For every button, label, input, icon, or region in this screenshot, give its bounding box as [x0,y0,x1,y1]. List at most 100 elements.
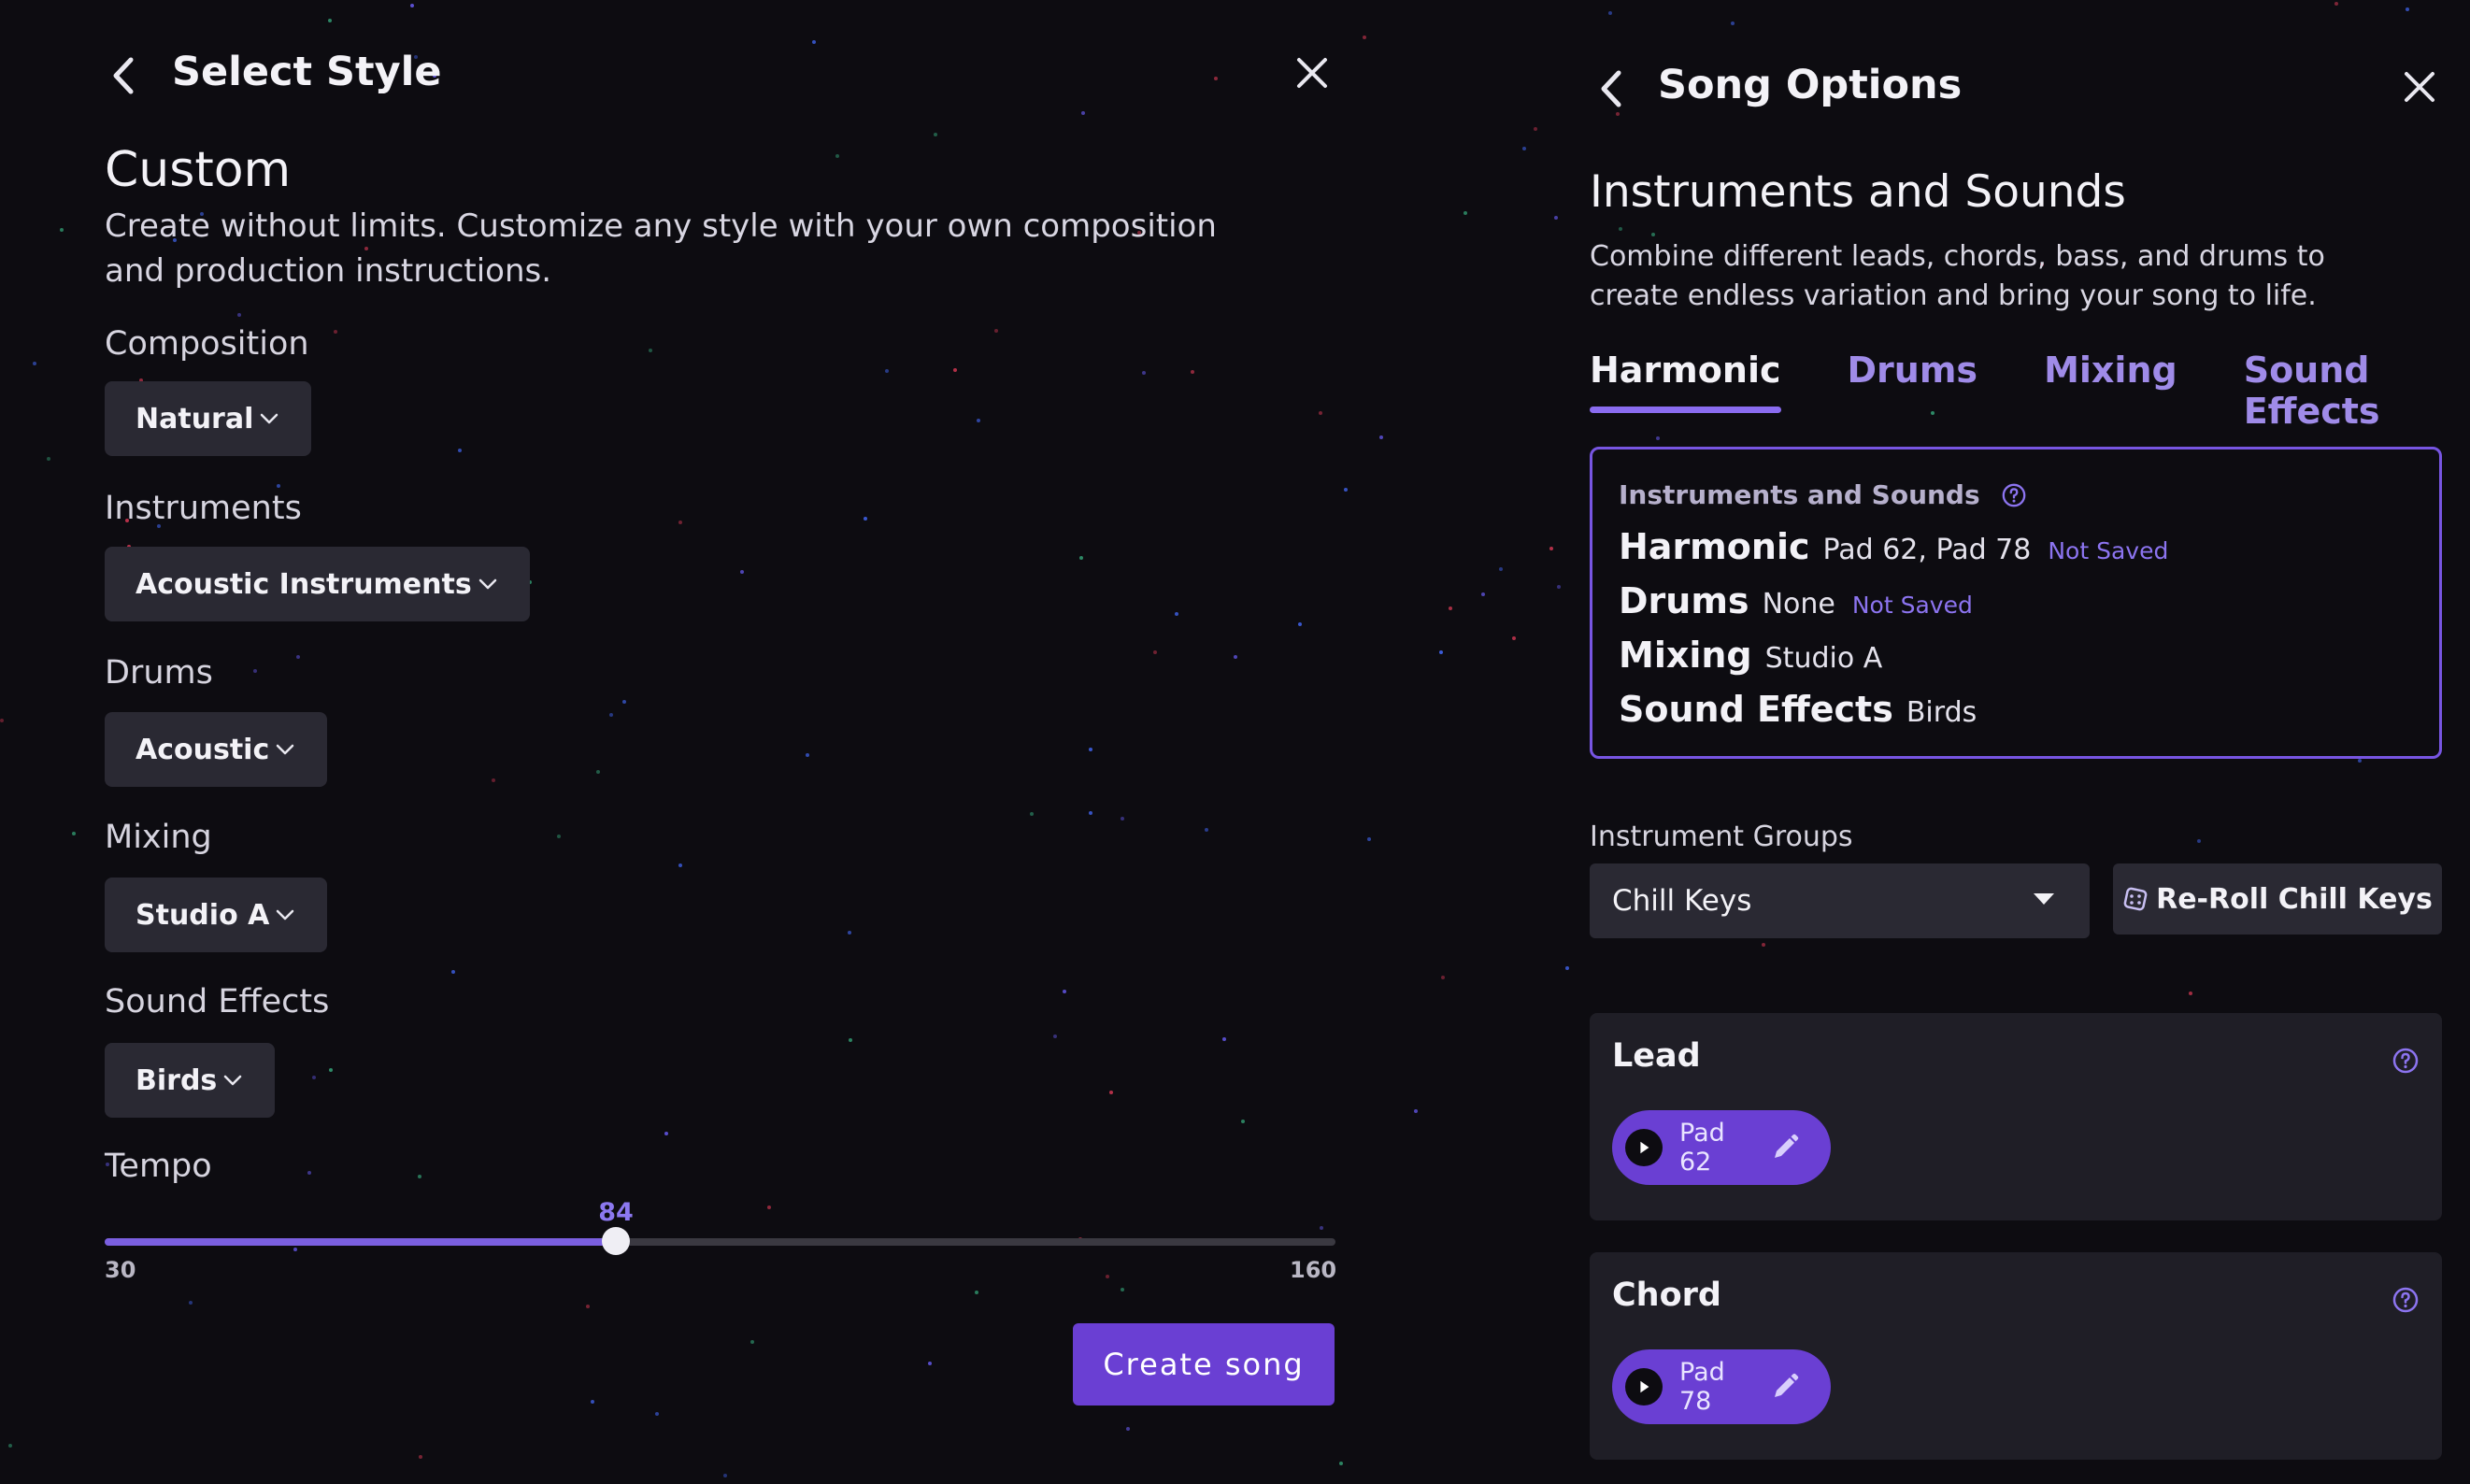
instrument-name: Pad 62 [1679,1119,1725,1177]
composition-dropdown[interactable]: Natural [105,381,312,456]
sound-effects-value: Birds [136,1063,218,1097]
instrument-pill[interactable]: Pad 62 [1612,1110,1831,1185]
summary-key: Sound Effects [1619,689,1893,730]
not-saved-badge: Not Saved [1851,592,1973,619]
star-dot [1463,211,1467,215]
mixing-dropdown[interactable]: Studio A [105,878,328,952]
chevron-down-icon [261,413,278,424]
star-dot [1522,147,1526,150]
options-tabs: Harmonic Drums Mixing Sound Effects [1590,350,2470,432]
tab-sound-effects[interactable]: Sound Effects [2244,350,2404,432]
select-style-panel: Select Style Custom Create without limit… [0,0,1402,1484]
card-title: Chord [1612,1277,1721,1314]
create-song-button[interactable]: Create song [1073,1323,1335,1406]
summary-row-mixing: Mixing Studio A [1619,635,1899,676]
question-circle-icon[interactable] [2391,1286,2420,1314]
instrument-groups-select[interactable]: Chill Keys [1590,863,2090,938]
star-dot [1534,127,1537,131]
star-dot [1499,567,1503,571]
star-dot [1731,21,1735,25]
instruments-value: Acoustic Instruments [136,567,472,601]
instrument-pill[interactable]: Pad 78 [1612,1349,1831,1424]
summary-value: Pad 62, Pad 78 [1822,534,2032,566]
star-dot [1554,216,1558,220]
summary-key: Harmonic [1619,526,1810,567]
caret-down-icon [2034,893,2054,905]
star-dot [2197,839,2201,843]
composition-value: Natural [136,402,254,435]
app-stage: Select Style Custom Create without limit… [0,0,2470,1484]
question-circle-icon[interactable] [2001,482,2027,508]
close-icon[interactable] [2400,67,2439,107]
tempo-slider[interactable] [105,1227,1335,1255]
star-dot [1481,592,1485,596]
play-icon[interactable] [1625,1368,1663,1406]
instrument-groups-label: Instrument Groups [1590,820,1853,853]
chevron-down-icon [276,744,294,755]
back-chevron-icon[interactable] [1594,65,1628,112]
summary-heading: Instruments and Sounds [1619,479,2027,510]
star-dot [1656,436,1660,440]
instruments-label: Instruments [105,490,302,527]
star-dot [1439,650,1443,654]
star-dot [1651,233,1655,236]
star-dot [1549,547,1553,550]
star-dot [1608,11,1612,15]
sound-effects-label: Sound Effects [105,983,330,1020]
chord-card: Chord Pad 78 [1590,1252,2442,1460]
tab-harmonic[interactable]: Harmonic [1590,350,1781,413]
star-dot [1557,585,1561,589]
pencil-icon[interactable] [1769,1132,1801,1163]
summary-value: Studio A [1764,642,1883,675]
instrument-groups-value: Chill Keys [1612,884,1752,918]
tempo-slider-thumb[interactable] [602,1227,631,1255]
section-heading: Instruments and Sounds [1590,166,2126,218]
pencil-icon[interactable] [1769,1371,1801,1403]
star-dot [2189,992,2192,995]
play-icon[interactable] [1625,1129,1663,1166]
style-description: Create without limits. Customize any sty… [105,207,1217,290]
chevron-down-icon [277,909,294,920]
star-dot [2406,7,2409,11]
tempo-max-label: 160 [1290,1257,1337,1283]
chevron-down-icon [224,1075,242,1086]
star-dot [1441,976,1445,979]
panel-title: Select Style [172,49,442,95]
section-description: Combine different leads, chords, bass, a… [1590,240,2325,312]
star-dot [1762,943,1765,947]
tab-drums[interactable]: Drums [1848,350,1978,413]
summary-value: Birds [1906,696,1977,729]
chevron-down-icon [478,578,496,590]
summary-value: None [1762,588,1835,621]
sound-effects-dropdown[interactable]: Birds [105,1043,276,1118]
close-icon[interactable] [1292,52,1333,93]
lead-card: Lead Pad 62 [1590,1013,2442,1220]
instruments-dropdown[interactable]: Acoustic Instruments [105,547,530,621]
summary-row-drums: Drums None Not Saved [1619,580,1973,621]
tempo-min-label: 30 [105,1257,136,1283]
star-dot [1565,966,1569,970]
drums-dropdown[interactable]: Acoustic [105,712,328,787]
reroll-label: Re-Roll Chill Keys [2156,882,2433,916]
summary-key: Drums [1619,580,1749,621]
star-dot [1512,636,1516,640]
star-dot [1449,606,1452,610]
style-heading: Custom [105,142,292,198]
instruments-summary-box: Instruments and Sounds Harmonic Pad 62, … [1590,447,2442,759]
star-dot [2358,759,2362,763]
summary-heading-label: Instruments and Sounds [1619,479,1980,510]
tempo-value: 84 [598,1198,634,1227]
star-dot [1414,1109,1418,1113]
question-circle-icon[interactable] [2391,1047,2420,1075]
instrument-name: Pad 78 [1679,1358,1725,1416]
dice-icon [2123,887,2148,911]
summary-key: Mixing [1619,635,1752,676]
not-saved-badge: Not Saved [2048,537,2169,564]
reroll-button[interactable]: Re-Roll Chill Keys [2113,863,2442,935]
star-dot [1616,112,1620,116]
drums-value: Acoustic [136,733,270,766]
tab-mixing[interactable]: Mixing [2044,350,2177,413]
back-chevron-icon[interactable] [105,52,142,99]
summary-row-harmonic: Harmonic Pad 62, Pad 78 Not Saved [1619,526,2168,567]
panel-title: Song Options [1658,62,1963,108]
